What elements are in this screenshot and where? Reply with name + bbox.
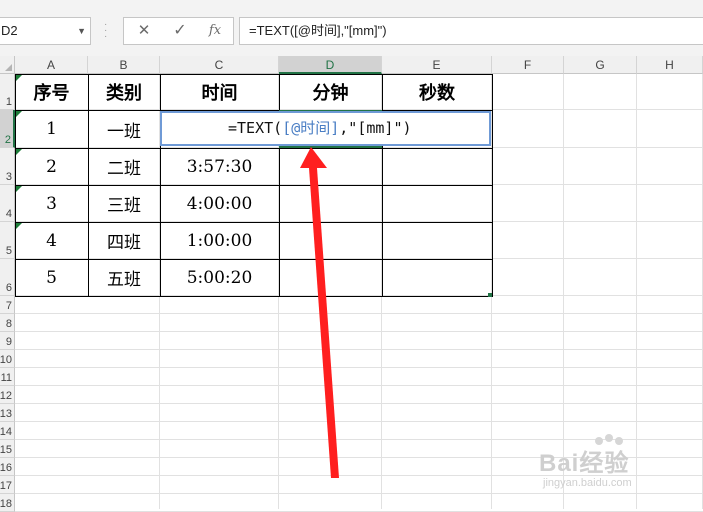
- arrow-shaft: [309, 168, 339, 478]
- watermark-url: jingyan.baidu.com: [543, 477, 632, 489]
- baidu-watermark: Bai经验 jingyan.baidu.com: [535, 433, 695, 493]
- watermark-brand: Bai经验: [539, 450, 630, 477]
- arrow-head: [300, 147, 327, 168]
